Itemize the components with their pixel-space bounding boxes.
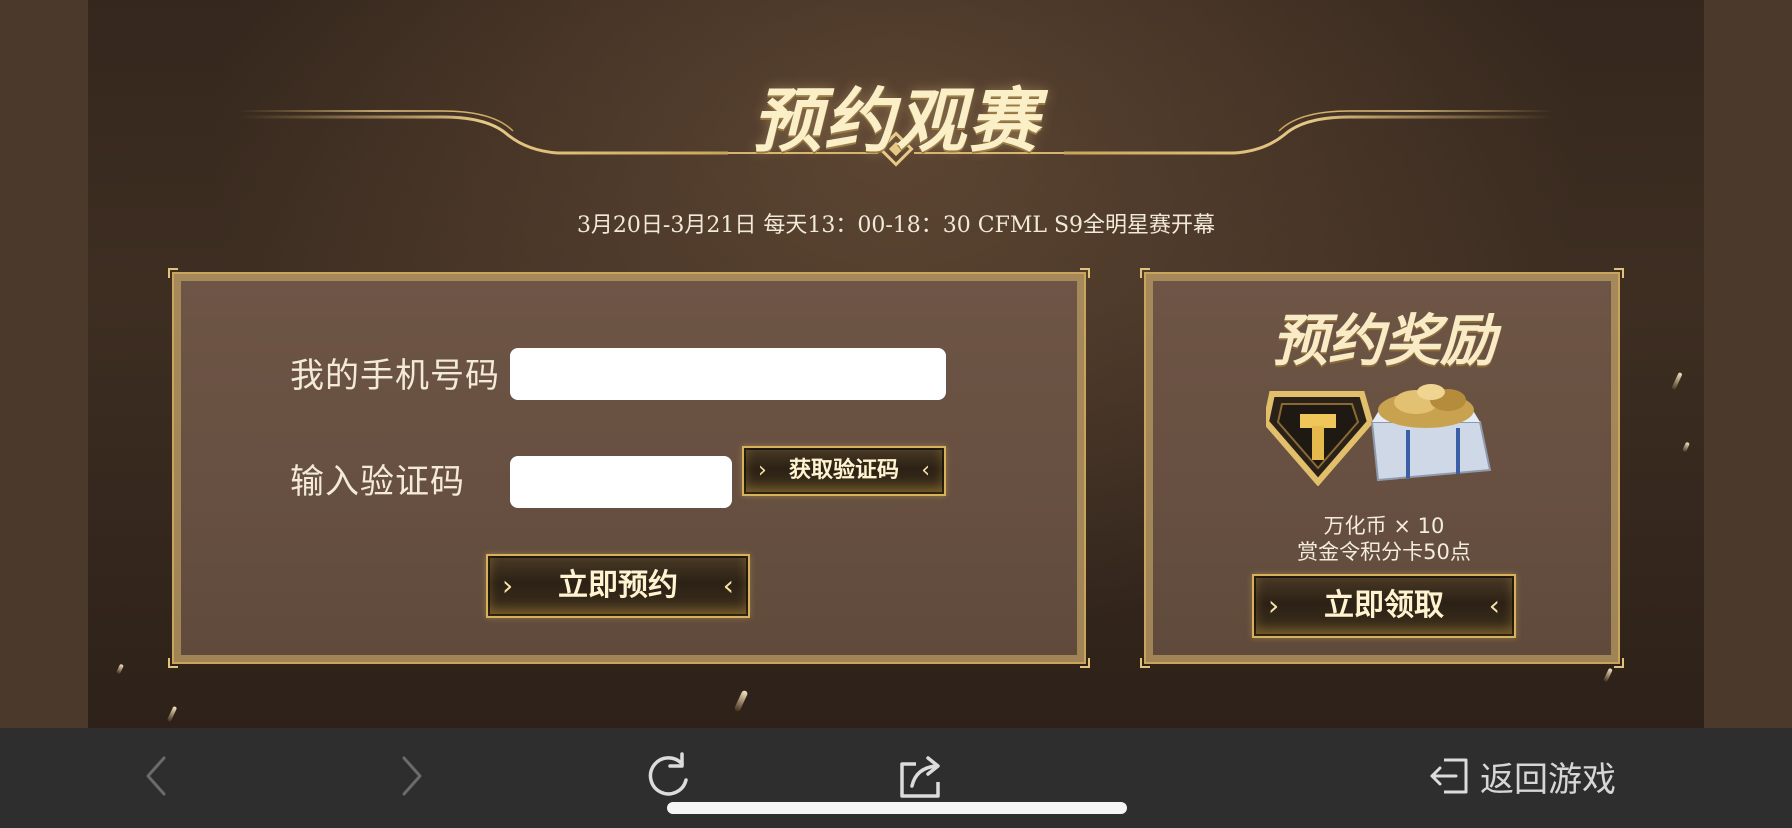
home-indicator[interactable]: [667, 802, 1127, 814]
corner-ornament: [1080, 268, 1090, 278]
claim-now-button[interactable]: › 立即领取 ‹: [1252, 574, 1516, 638]
chevron-left-icon: ‹: [1488, 589, 1500, 622]
chevron-left-icon: ‹: [722, 569, 734, 602]
corner-ornament: [1140, 268, 1150, 278]
reward-item-2: 赏金令积分卡50点: [1297, 540, 1471, 564]
hammer-badge-icon: [1266, 391, 1374, 486]
chevron-right-icon: ›: [502, 569, 514, 602]
spark-decoration: [1671, 371, 1683, 391]
exit-icon: [1430, 758, 1468, 794]
get-code-label: 获取验证码: [788, 458, 899, 483]
left-margin: [0, 0, 88, 728]
chevron-right-icon: ›: [1268, 589, 1280, 622]
event-schedule: 3月20日-3月21日 每天13：00-18：30 CFML S9全明星赛开幕: [576, 213, 1216, 238]
page: 预约观赛 3月20日-3月21日 每天13：00-18：30 CFML S9全明…: [0, 0, 1792, 828]
share-icon[interactable]: [896, 750, 948, 802]
page-title: 预约观赛: [752, 80, 1040, 162]
corner-ornament: [1140, 658, 1150, 668]
reserve-now-label: 立即预约: [558, 568, 678, 603]
right-margin: [1704, 0, 1792, 728]
get-code-button[interactable]: › 获取验证码 ‹: [742, 446, 946, 496]
code-label: 输入验证码: [290, 462, 465, 502]
spark-decoration: [1603, 667, 1613, 683]
corner-ornament: [1080, 658, 1090, 668]
phone-input[interactable]: [510, 348, 946, 400]
reservation-form-panel: 我的手机号码 输入验证码 › 获取验证码 ‹ › 立即预约 ‹: [168, 268, 1090, 668]
claim-now-label: 立即领取: [1324, 588, 1444, 623]
phone-label: 我的手机号码: [290, 356, 500, 396]
chevron-right-icon: ›: [758, 458, 767, 483]
reward-items-image: [1266, 384, 1492, 486]
spark-decoration: [733, 689, 749, 713]
return-to-game-button[interactable]: 返回游戏: [1422, 750, 1622, 802]
spark-decoration: [166, 705, 178, 723]
corner-ornament: [168, 268, 178, 278]
event-stage: 预约观赛 3月20日-3月21日 每天13：00-18：30 CFML S9全明…: [88, 0, 1704, 728]
reward-title: 预约奖励: [1272, 309, 1496, 374]
coin-crate-icon: [1370, 384, 1492, 482]
reward-panel: 预约奖励 万化币 × 10 赏金令积分卡50点 › 立即领取 ‹: [1140, 268, 1624, 668]
chevron-left-icon[interactable]: [136, 752, 176, 800]
chevron-right-icon[interactable]: [392, 752, 432, 800]
verification-code-input[interactable]: [510, 456, 732, 508]
title-banner: 预约观赛: [88, 55, 1704, 185]
return-to-game-label: 返回游戏: [1480, 760, 1616, 800]
corner-ornament: [1614, 268, 1624, 278]
spark-decoration: [1682, 441, 1690, 453]
corner-ornament: [1614, 658, 1624, 668]
reserve-now-button[interactable]: › 立即预约 ‹: [486, 554, 750, 618]
chevron-left-icon: ‹: [921, 458, 930, 483]
spark-decoration: [116, 663, 124, 675]
corner-ornament: [168, 658, 178, 668]
refresh-icon[interactable]: [642, 750, 694, 802]
